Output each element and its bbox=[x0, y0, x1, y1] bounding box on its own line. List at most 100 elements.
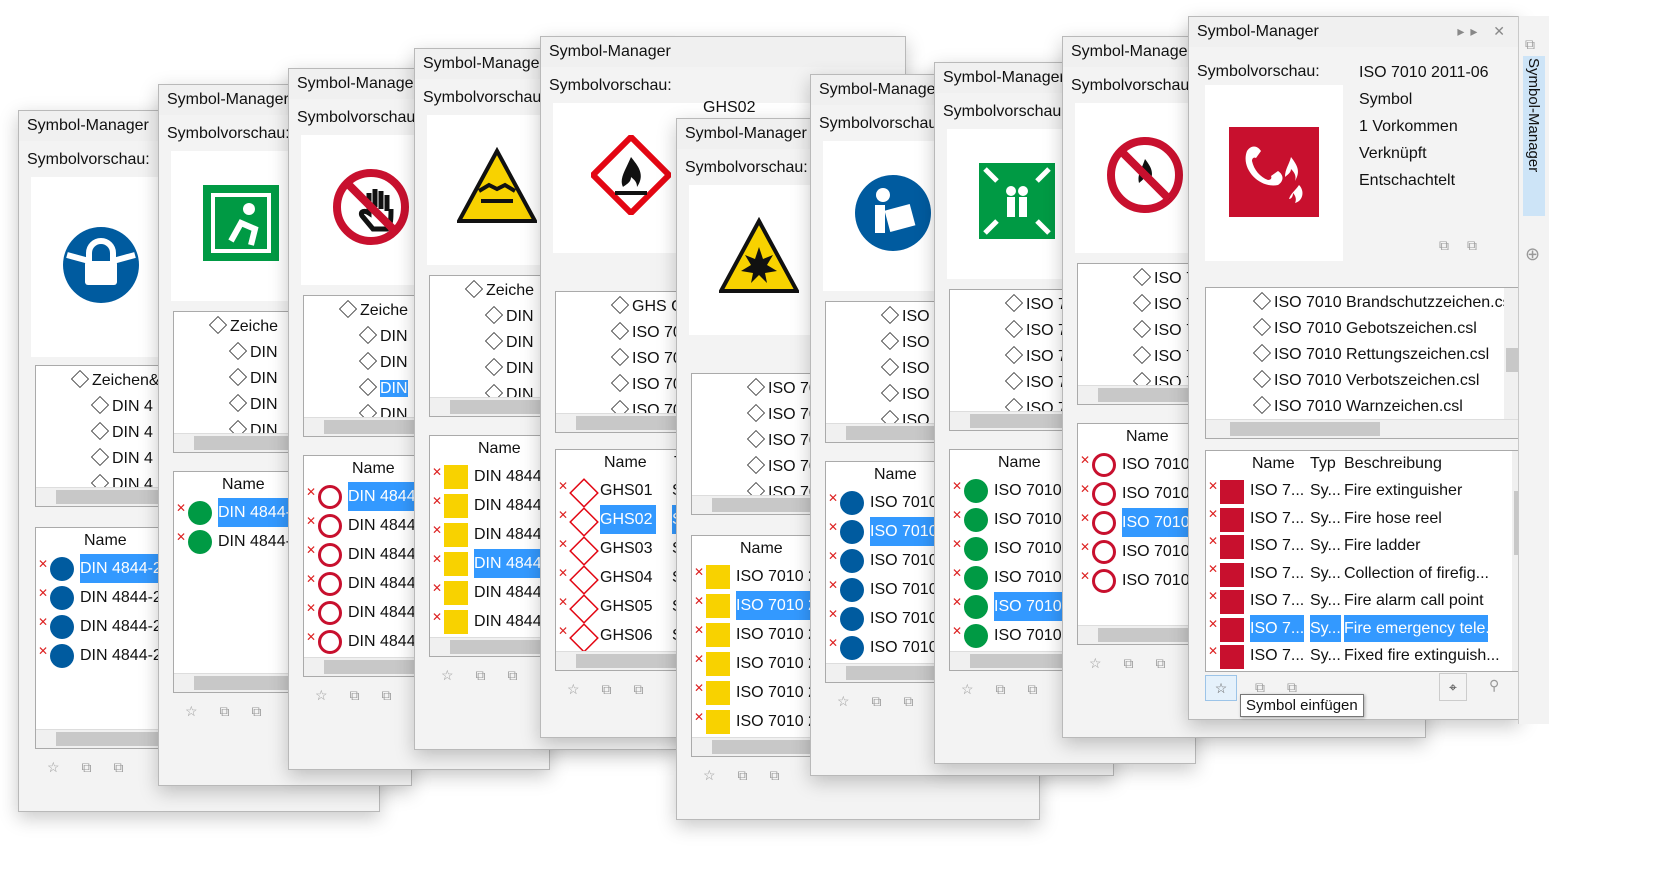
tree-item[interactable]: ISO 7010 Warnzeichen.csl bbox=[1206, 394, 1500, 420]
unlinked-icon: ✕ bbox=[432, 610, 443, 624]
zoom-fit-button[interactable]: ⌖ bbox=[1439, 673, 1467, 701]
unlinked-icon: ✕ bbox=[1080, 482, 1091, 496]
symbol-thumbnail-icon bbox=[1092, 511, 1116, 535]
list-item[interactable]: ✕ ISO 7... Sy... Fire emergency tele... bbox=[1206, 614, 1510, 642]
column-name[interactable]: Name bbox=[478, 436, 521, 462]
preview-label: Symbolvorschau: bbox=[549, 77, 672, 94]
symbol-action-buttons[interactable]: ☆⧉⧉ bbox=[315, 687, 414, 704]
unlinked-icon: ✕ bbox=[558, 595, 569, 609]
unlinked-icon: ✕ bbox=[952, 624, 963, 638]
green-assembly-icon bbox=[979, 163, 1055, 239]
column-name[interactable]: Name bbox=[84, 528, 127, 554]
symbol-library-icon bbox=[746, 455, 766, 475]
symbol-thumbnail-icon bbox=[706, 681, 730, 705]
tree-item[interactable]: ISO 7010 Verbotszeichen.csl bbox=[1206, 368, 1500, 394]
column-name[interactable]: Name bbox=[740, 536, 783, 562]
symbol-thumbnail-icon bbox=[964, 479, 988, 503]
column-name[interactable]: Name bbox=[222, 472, 265, 498]
column-name[interactable]: Name bbox=[1252, 451, 1295, 477]
symbol-thumbnail-icon bbox=[569, 594, 599, 624]
tree-item[interactable]: ISO 7010 Gebotszeichen.csl bbox=[1206, 316, 1500, 342]
symbol-action-buttons[interactable]: ☆⧉⧉ bbox=[47, 759, 146, 776]
fire-sign-thumbnail-icon bbox=[1220, 562, 1244, 587]
unlinked-icon: ✕ bbox=[694, 565, 705, 579]
unlinked-icon: ✕ bbox=[694, 681, 705, 695]
symbol-thumbnail-icon bbox=[706, 710, 730, 734]
unlinked-icon: ✕ bbox=[694, 623, 705, 637]
docker-tab-label[interactable]: Symbol-Manager bbox=[1525, 58, 1542, 172]
symbol-library-icon bbox=[1132, 345, 1152, 365]
tool-button[interactable]: ⚲ bbox=[1489, 677, 1499, 694]
column-name[interactable]: Name bbox=[874, 462, 917, 488]
symbol-thumbnail-icon bbox=[840, 520, 864, 544]
library-tree[interactable]: ISO 7010 Brandschutzzeichen.cs ISO 7010 … bbox=[1205, 287, 1519, 439]
symbol-thumbnail-icon bbox=[569, 507, 599, 537]
list-item-type: Sy... bbox=[1310, 509, 1341, 527]
column-name[interactable]: Name bbox=[352, 456, 395, 482]
column-name[interactable]: Name bbox=[1126, 424, 1169, 450]
symbol-thumbnail-icon bbox=[706, 565, 730, 589]
folder-icon bbox=[70, 369, 90, 389]
list-item-type: Sy... bbox=[1310, 564, 1341, 582]
symbol-action-buttons[interactable]: ☆⧉⧉ bbox=[961, 681, 1060, 698]
symbol-action-buttons[interactable]: ☆⧉⧉ bbox=[703, 767, 802, 784]
unlinked-icon: ✕ bbox=[38, 586, 49, 600]
symbol-library-icon bbox=[1252, 343, 1272, 363]
blue-manual-icon bbox=[855, 175, 931, 251]
list-item[interactable]: ✕ ISO 7... Sy... Fire alarm call point bbox=[1206, 587, 1510, 615]
docker-icon[interactable]: ⧉ bbox=[1525, 36, 1535, 53]
symbol-thumbnail-icon bbox=[188, 530, 212, 554]
symbol-action-buttons[interactable]: ☆⧉⧉ bbox=[1089, 655, 1188, 672]
list-item[interactable]: ✕ ISO 7... Sy... Fire hose reel bbox=[1206, 505, 1510, 533]
symbol-library-icon bbox=[228, 367, 248, 387]
symbol-library-icon bbox=[746, 429, 766, 449]
tree-horizontal-scrollbar[interactable] bbox=[1206, 419, 1519, 438]
unlinked-icon: ✕ bbox=[306, 630, 317, 644]
list-item-description: Fire extinguisher bbox=[1344, 482, 1463, 499]
list-item[interactable]: ✕ ISO 7... Sy... Fire ladder bbox=[1206, 532, 1510, 560]
unlinked-icon: ✕ bbox=[694, 652, 705, 666]
symbol-library-icon bbox=[880, 383, 900, 403]
list-item[interactable]: ✕ ISO 7... Sy... Fixed fire extinguish... bbox=[1206, 642, 1510, 670]
symbol-library-icon bbox=[1132, 267, 1152, 287]
tree-item[interactable]: ISO 7010 Brandschutzzeichen.cs bbox=[1206, 290, 1511, 316]
column-description[interactable]: Beschreibung bbox=[1344, 451, 1442, 477]
unlinked-icon: ✕ bbox=[828, 607, 839, 621]
symbol-thumbnail-icon bbox=[50, 615, 74, 639]
unlinked-icon: ✕ bbox=[1208, 644, 1219, 658]
insert-symbol-button[interactable]: ☆ bbox=[1205, 675, 1237, 701]
preview-label: Symbolvorschau: bbox=[1071, 77, 1194, 94]
symbol-preview bbox=[1205, 85, 1343, 261]
symbol-thumbnail-icon bbox=[964, 537, 988, 561]
list-item-description: Fire alarm call point bbox=[1344, 592, 1484, 609]
symbol-library-icon bbox=[1004, 293, 1024, 313]
docker-side-tab[interactable]: ⧉ Symbol-Manager ⊕ bbox=[1518, 16, 1549, 724]
symbol-action-buttons[interactable]: ☆⧉⧉ bbox=[837, 693, 936, 710]
symbol-action-buttons[interactable]: ☆⧉⧉ bbox=[567, 681, 666, 698]
unlinked-icon: ✕ bbox=[1208, 534, 1219, 548]
column-name[interactable]: Name bbox=[998, 450, 1041, 476]
preview-action-icons[interactable]: ⧉⧉ bbox=[1439, 237, 1495, 254]
preview-label: Symbolvorschau: bbox=[27, 151, 150, 168]
column-name[interactable]: Name bbox=[604, 450, 647, 476]
info-unnested: Entschachtelt bbox=[1359, 172, 1456, 189]
list-item[interactable]: ✕ ISO 7... Sy... Fire extinguisher bbox=[1206, 477, 1510, 505]
add-docker-icon[interactable]: ⊕ bbox=[1525, 244, 1540, 265]
symbol-library-icon bbox=[610, 295, 630, 315]
unlinked-icon: ✕ bbox=[1080, 569, 1091, 583]
unlinked-icon: ✕ bbox=[694, 594, 705, 608]
unlinked-icon: ✕ bbox=[306, 601, 317, 615]
tooltip: Symbol einfügen bbox=[1240, 694, 1364, 717]
symbol-action-buttons[interactable]: ☆⧉⧉ bbox=[441, 667, 540, 684]
symbol-list[interactable]: Name Typ Beschreibung ✕ ISO 7... Sy... Fire… bbox=[1205, 450, 1519, 672]
symbol-thumbnail-icon bbox=[840, 578, 864, 602]
symbol-action-buttons[interactable]: ☆⧉⧉ bbox=[185, 703, 284, 720]
tree-item[interactable]: ISO 7010 Rettungszeichen.csl bbox=[1206, 342, 1500, 368]
column-type[interactable]: Typ bbox=[1310, 451, 1336, 477]
window-title: Symbol-Manager bbox=[541, 37, 905, 67]
unlinked-icon: ✕ bbox=[176, 501, 187, 515]
unlinked-icon: ✕ bbox=[432, 552, 443, 566]
red-stop-hand-icon bbox=[333, 169, 409, 245]
list-item[interactable]: ✕ ISO 7... Sy... Collection of firefig... bbox=[1206, 560, 1510, 588]
window-controls[interactable]: ▸▸ ✕ bbox=[1457, 23, 1511, 40]
